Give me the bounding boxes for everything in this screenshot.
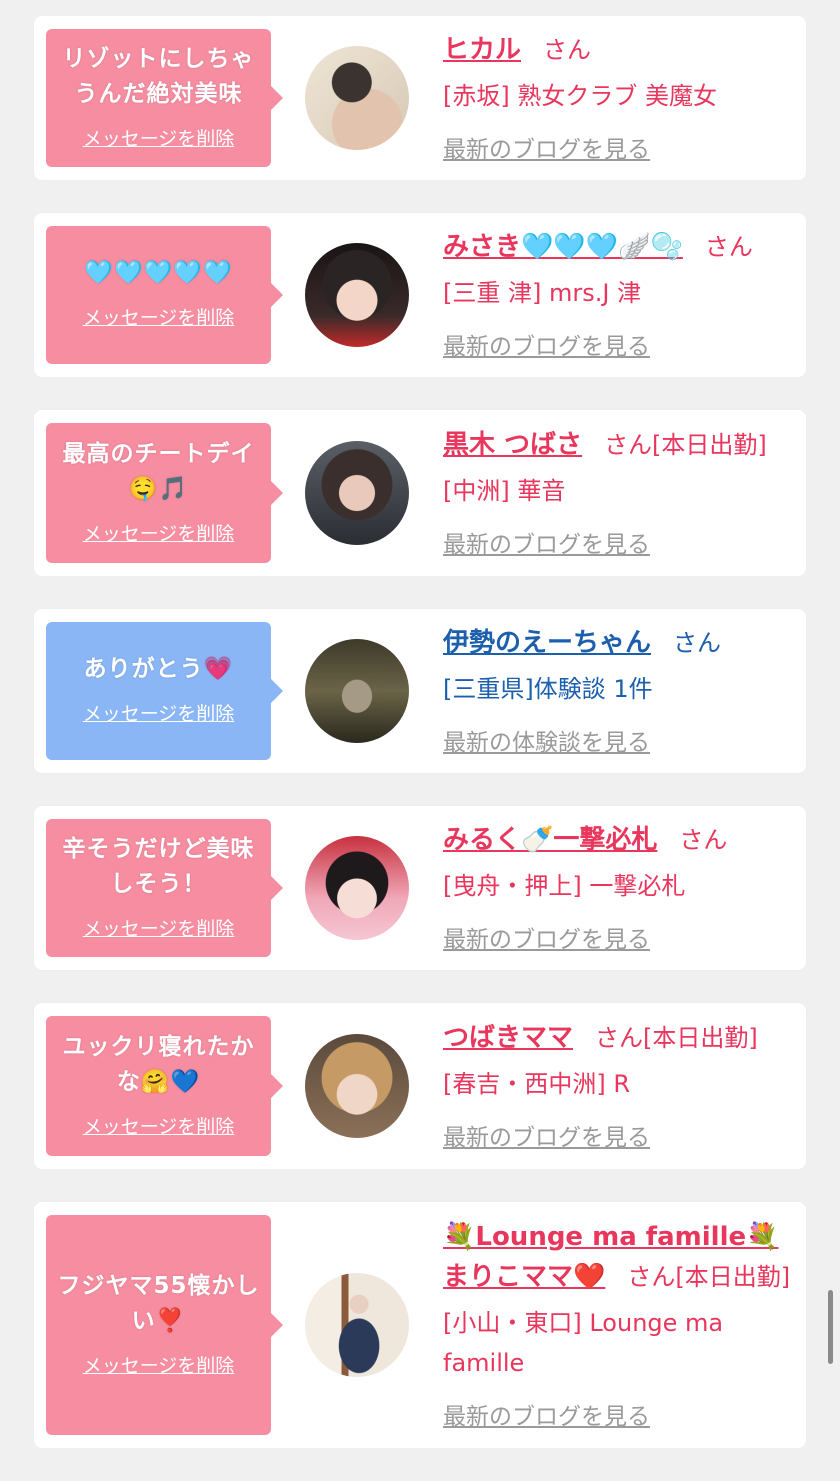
message-bubble: 最高のチートデイ🤤🎵 メッセージを削除 bbox=[46, 423, 283, 563]
profile-info: 黒木 つばさ さん[本日出勤] [中洲] 華音 最新のブログを見る bbox=[443, 415, 806, 571]
honorific-status: さん[本日出勤] bbox=[627, 1263, 791, 1291]
message-bubble: 🩵🩵🩵🩵🩵 メッセージを削除 bbox=[46, 226, 283, 364]
profile-name-link[interactable]: みるく🍼一撃必札 bbox=[443, 825, 657, 855]
honorific-status: さん[本日出勤] bbox=[595, 1024, 758, 1052]
name-line: みるく🍼一撃必札 さん bbox=[443, 820, 792, 860]
delete-message-link[interactable]: メッセージを削除 bbox=[54, 519, 263, 546]
message-text: ありがとう💗 bbox=[83, 656, 234, 682]
message-card-4: ありがとう💗 メッセージを削除 伊勢のえーちゃん さん [三重県]体験談 1件 最… bbox=[34, 609, 806, 773]
profile-info: 伊勢のえーちゃん さん [三重県]体験談 1件 最新の体験談を見る bbox=[443, 613, 806, 769]
shop-label: [赤坂] 熟女クラブ 美魔女 bbox=[443, 82, 717, 110]
message-card-6: ユックリ寝れたかな🤗💙 メッセージを削除 つばきママ さん[本日出勤] [春吉・西… bbox=[34, 1003, 806, 1169]
red-bow-photo-avatar[interactable] bbox=[305, 836, 409, 940]
view-latest-link[interactable]: 最新のブログを見る bbox=[443, 920, 650, 954]
message-card-2: 🩵🩵🩵🩵🩵 メッセージを削除 みさき🩵🩵🩵🪽🫧 さん [三重 津] mrs.J 津… bbox=[34, 213, 806, 377]
message-text: 辛そうだけど美味しそう！ bbox=[62, 835, 255, 897]
profile-info: みさき🩵🩵🩵🪽🫧 さん [三重 津] mrs.J 津 最新のブログを見る bbox=[443, 217, 806, 373]
honorific-status: さん[本日出勤] bbox=[604, 431, 767, 459]
shop-label: [曳舟・押上] 一撃必札 bbox=[443, 872, 686, 900]
message-card-7: フジヤマ55懐かしい❣️ メッセージを削除 💐Lounge ma famille… bbox=[34, 1202, 806, 1448]
blonde-photo-avatar[interactable] bbox=[305, 1034, 409, 1138]
profile-name-link[interactable]: ヒカル bbox=[443, 35, 521, 65]
name-line: 💐Lounge ma famille💐まりこママ❤️ さん[本日出勤] bbox=[443, 1217, 792, 1297]
honorific-status: さん bbox=[704, 233, 753, 261]
statue-photo-avatar[interactable] bbox=[305, 639, 409, 743]
message-list: リゾットにしちゃうんだ絶対美味 メッセージを削除 ヒカル さん [赤坂] 熟女クラ… bbox=[34, 16, 806, 1481]
honorific-status: さん bbox=[543, 36, 592, 64]
profile-name-link[interactable]: みさき🩵🩵🩵🪽🫧 bbox=[443, 232, 683, 262]
name-line: みさき🩵🩵🩵🪽🫧 さん bbox=[443, 227, 792, 267]
delete-message-link[interactable]: メッセージを削除 bbox=[54, 1112, 263, 1139]
woman-back-photo-avatar[interactable] bbox=[305, 46, 409, 150]
message-text: リゾットにしちゃうんだ絶対美味 bbox=[62, 45, 255, 107]
delete-message-link[interactable]: メッセージを削除 bbox=[54, 1351, 263, 1378]
scrollbar[interactable] bbox=[828, 1290, 833, 1364]
profile-info: 💐Lounge ma famille💐まりこママ❤️ さん[本日出勤] [小山・東… bbox=[443, 1207, 806, 1443]
message-bubble: ユックリ寝れたかな🤗💙 メッセージを削除 bbox=[46, 1016, 283, 1156]
kimono-photo-avatar[interactable] bbox=[305, 1273, 409, 1377]
shop-label: [三重 津] mrs.J 津 bbox=[443, 279, 642, 307]
delete-message-link[interactable]: メッセージを削除 bbox=[54, 124, 263, 151]
delete-message-link[interactable]: メッセージを削除 bbox=[54, 303, 263, 330]
honorific-status: さん bbox=[673, 629, 722, 657]
honorific-status: さん bbox=[679, 826, 728, 854]
profile-info: つばきママ さん[本日出勤] [春吉・西中洲] R 最新のブログを見る bbox=[443, 1008, 806, 1164]
view-latest-link[interactable]: 最新のブログを見る bbox=[443, 1118, 650, 1152]
message-bubble: フジヤマ55懐かしい❣️ メッセージを削除 bbox=[46, 1215, 283, 1435]
message-bubble: ありがとう💗 メッセージを削除 bbox=[46, 622, 283, 760]
message-bubble: 辛そうだけど美味しそう！ メッセージを削除 bbox=[46, 819, 283, 957]
name-line: ヒカル さん bbox=[443, 30, 792, 70]
message-card-5: 辛そうだけど美味しそう！ メッセージを削除 みるく🍼一撃必札 さん [曳舟・押上]… bbox=[34, 806, 806, 970]
message-bubble: リゾットにしちゃうんだ絶対美味 メッセージを削除 bbox=[46, 29, 283, 167]
view-latest-link[interactable]: 最新のブログを見る bbox=[443, 130, 650, 164]
profile-info: みるく🍼一撃必札 さん [曳舟・押上] 一撃必札 最新のブログを見る bbox=[443, 810, 806, 966]
profile-info: ヒカル さん [赤坂] 熟女クラブ 美魔女 最新のブログを見る bbox=[443, 20, 806, 176]
message-card-1: リゾットにしちゃうんだ絶対美味 メッセージを削除 ヒカル さん [赤坂] 熟女クラ… bbox=[34, 16, 806, 180]
view-latest-link[interactable]: 最新の体験談を見る bbox=[443, 723, 650, 757]
profile-name-link[interactable]: つばきママ bbox=[443, 1023, 573, 1053]
shop-label: [中洲] 華音 bbox=[443, 477, 566, 505]
name-line: 伊勢のえーちゃん さん bbox=[443, 623, 792, 663]
portrait-photo-avatar[interactable] bbox=[305, 441, 409, 545]
shop-label: [春吉・西中洲] R bbox=[443, 1070, 631, 1098]
message-text: ユックリ寝れたかな🤗💙 bbox=[62, 1033, 255, 1095]
delete-message-link[interactable]: メッセージを削除 bbox=[54, 914, 263, 941]
shop-label: [三重県]体験談 1件 bbox=[443, 675, 653, 703]
message-text: フジヤマ55懐かしい❣️ bbox=[57, 1272, 260, 1334]
message-text: 🩵🩵🩵🩵🩵 bbox=[84, 260, 233, 286]
message-card-3: 最高のチートデイ🤤🎵 メッセージを削除 黒木 つばさ さん[本日出勤] [中洲] … bbox=[34, 410, 806, 576]
shop-label: [小山・東口] Lounge ma famille bbox=[443, 1309, 724, 1377]
cat-ears-photo-avatar[interactable] bbox=[305, 243, 409, 347]
profile-name-link[interactable]: 伊勢のえーちゃん bbox=[443, 628, 651, 658]
view-latest-link[interactable]: 最新のブログを見る bbox=[443, 327, 650, 361]
name-line: つばきママ さん[本日出勤] bbox=[443, 1018, 792, 1058]
view-latest-link[interactable]: 最新のブログを見る bbox=[443, 1397, 650, 1431]
view-latest-link[interactable]: 最新のブログを見る bbox=[443, 525, 650, 559]
profile-name-link[interactable]: 黒木 つばさ bbox=[443, 430, 582, 460]
message-text: 最高のチートデイ🤤🎵 bbox=[62, 440, 255, 502]
delete-message-link[interactable]: メッセージを削除 bbox=[54, 699, 263, 726]
name-line: 黒木 つばさ さん[本日出勤] bbox=[443, 425, 792, 465]
